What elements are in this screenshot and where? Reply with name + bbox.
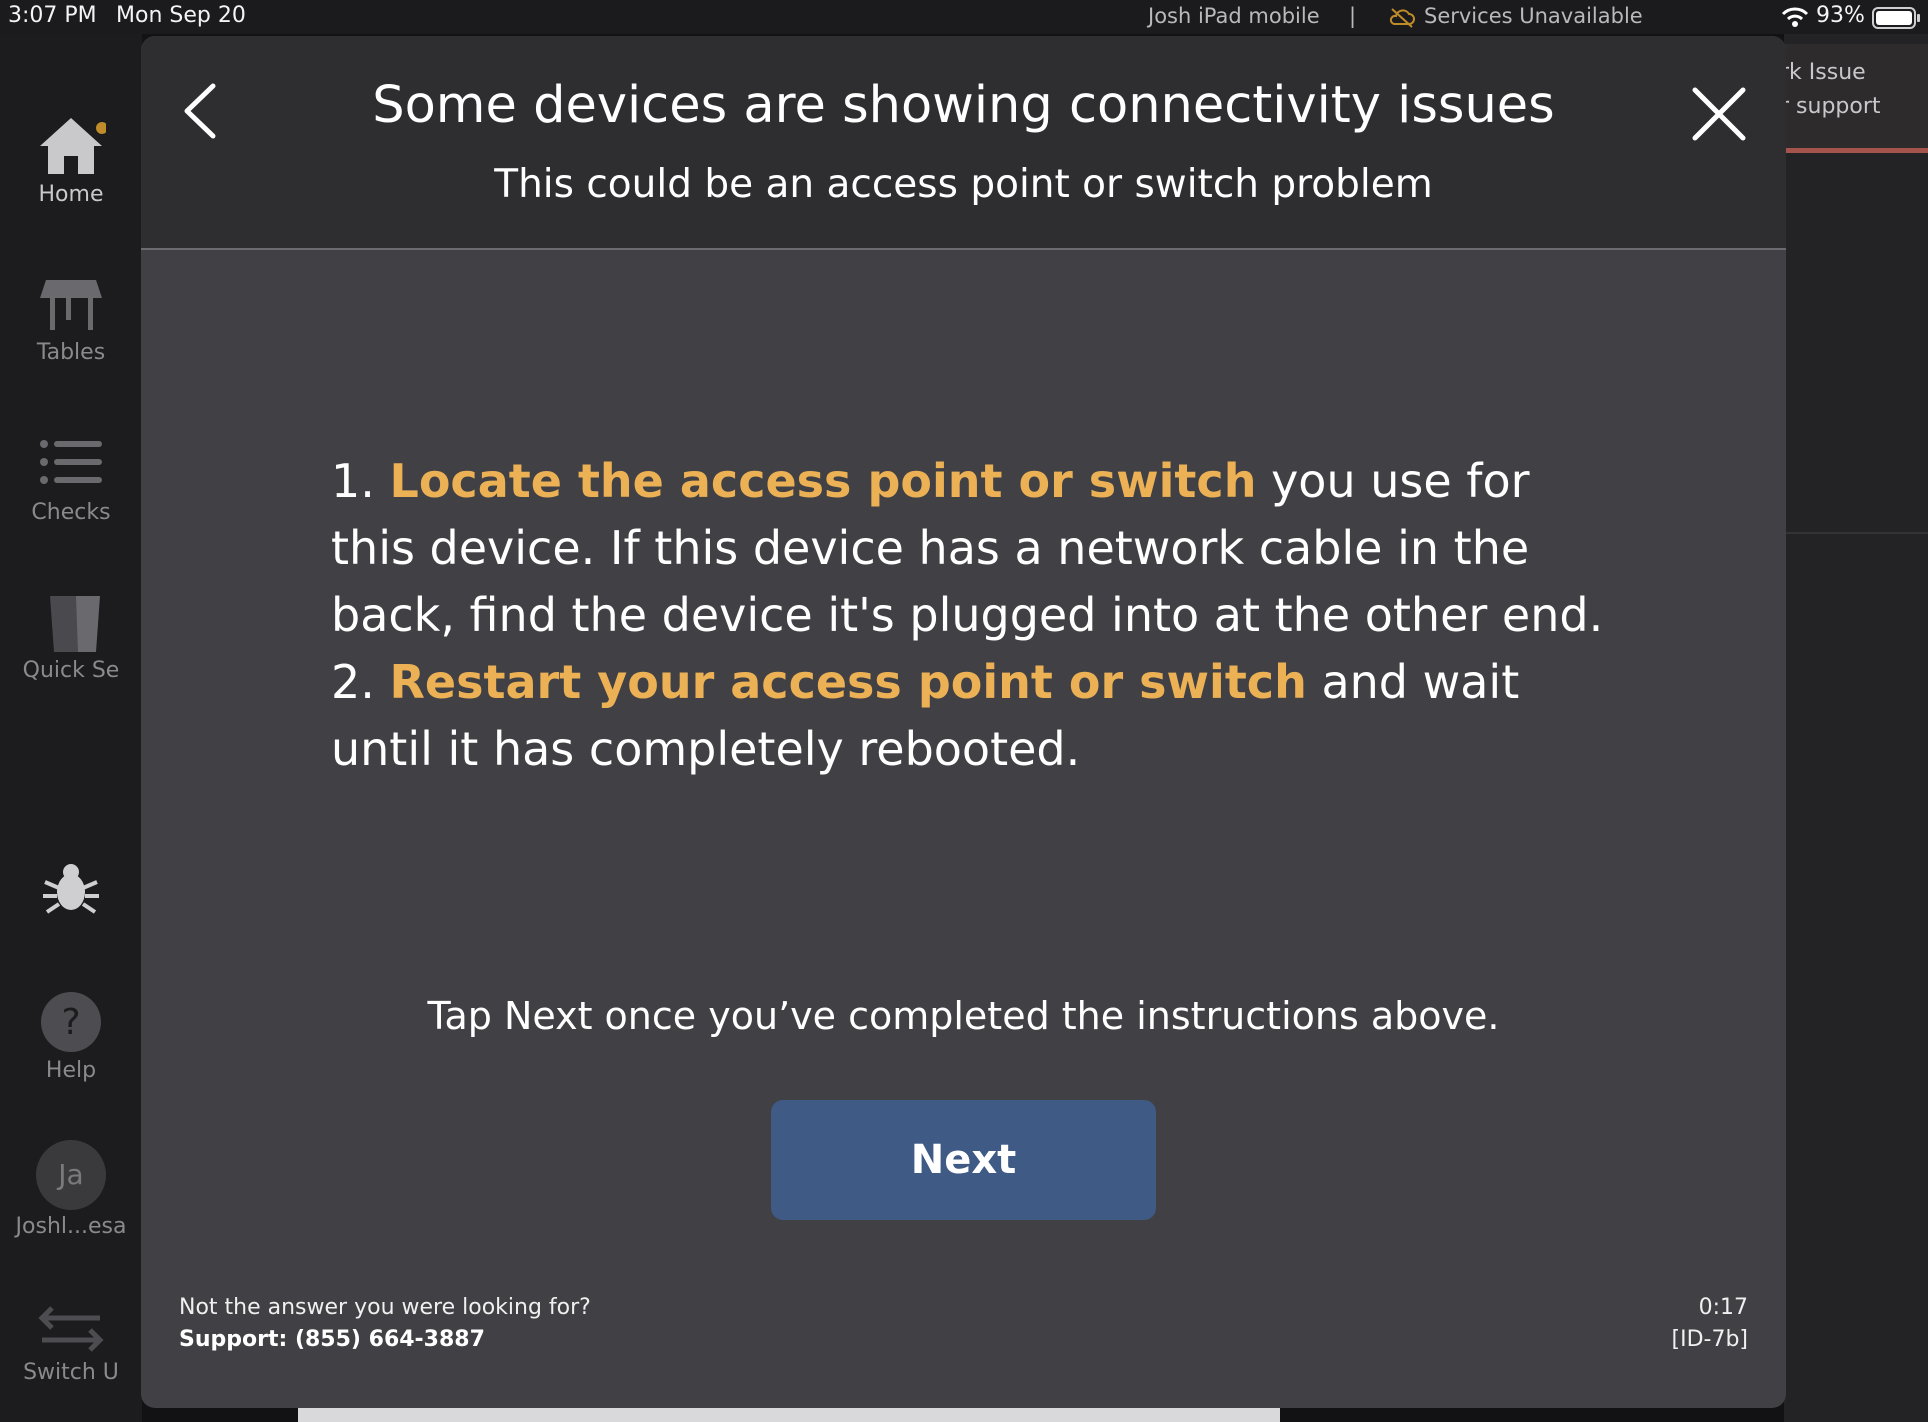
- instruction-step-1: 1. Locate the access point or switch you…: [331, 448, 1621, 649]
- sidebar-item-label: Home: [38, 182, 104, 207]
- sidebar-item-tables[interactable]: Tables: [0, 272, 142, 365]
- sidebar-item-label: Checks: [31, 500, 111, 525]
- screen: 3:07 PM Mon Sep 20 Josh iPad mobile | Se…: [0, 0, 1928, 1422]
- screen-id: [ID-7b]: [1671, 1327, 1749, 1352]
- timer-footer: 0:17 [ID-7b]: [1672, 1292, 1749, 1356]
- device-name: Josh iPad mobile: [1148, 4, 1320, 28]
- sidebar-item-checks[interactable]: Checks: [0, 432, 142, 525]
- sidebar-item-switch-user[interactable]: Switch U: [0, 1300, 142, 1385]
- battery-percent: 93%: [1816, 3, 1865, 28]
- sidebar-item-home[interactable]: Home: [0, 114, 142, 207]
- tap-next-instructions: Tap Next once you’ve completed the instr…: [427, 994, 1500, 1038]
- sidebar-item-label: Joshl...esa: [15, 1214, 127, 1239]
- sidebar-item-label: Switch U: [23, 1360, 119, 1385]
- instructions: 1. Locate the access point or switch you…: [331, 448, 1621, 783]
- sidebar-item-label: Help: [45, 1058, 97, 1083]
- close-icon: [1692, 87, 1746, 141]
- banner-line-2: r support: [1780, 94, 1881, 119]
- status-date: Mon Sep 20: [116, 3, 246, 28]
- battery-icon: [1872, 7, 1920, 29]
- bug-icon: [43, 864, 99, 914]
- back-button[interactable]: [171, 76, 231, 146]
- close-button[interactable]: [1681, 76, 1757, 152]
- step-highlight: Locate the access point or switch: [389, 454, 1257, 508]
- chevron-left-icon: [184, 83, 216, 139]
- home-icon: [40, 118, 106, 174]
- cloud-off-icon: [1389, 8, 1415, 28]
- connectivity-modal: Some devices are showing connectivity is…: [141, 36, 1786, 1408]
- table-icon: [40, 280, 102, 330]
- sidebar: Home Tables Checks Quick Se ? Help Ja Jo…: [0, 34, 142, 1422]
- network-issue-banner[interactable]: rk Issue r support: [1770, 44, 1928, 153]
- quick-service-icon: [50, 596, 100, 652]
- divider: [1784, 532, 1928, 534]
- banner-line-1: rk Issue: [1780, 60, 1866, 85]
- sidebar-item-label: Tables: [36, 340, 106, 365]
- support-footer: Not the answer you were looking for? Sup…: [179, 1292, 591, 1356]
- next-button[interactable]: Next: [771, 1100, 1156, 1220]
- switch-user-icon: [38, 1306, 104, 1352]
- step-number: 1.: [331, 454, 375, 508]
- sidebar-item-label: Quick Se: [22, 658, 120, 683]
- avatar: Ja: [36, 1140, 106, 1210]
- status-separator: |: [1349, 4, 1357, 28]
- modal-subtitle: This could be an access point or switch …: [494, 162, 1433, 207]
- svg-text:?: ?: [61, 1002, 80, 1043]
- wifi-icon: [1781, 7, 1809, 27]
- services-status: Services Unavailable: [1424, 4, 1643, 28]
- status-bar: 3:07 PM Mon Sep 20 Josh iPad mobile | Se…: [0, 0, 1928, 34]
- step-number: 2.: [331, 655, 375, 709]
- sidebar-item-user[interactable]: Ja Joshl...esa: [0, 1140, 142, 1239]
- modal-header: Some devices are showing connectivity is…: [141, 36, 1786, 250]
- sidebar-item-quick-service[interactable]: Quick Se: [0, 590, 142, 683]
- instruction-step-2: 2. Restart your access point or switch a…: [331, 649, 1621, 783]
- step-highlight: Restart your access point or switch: [389, 655, 1307, 709]
- sidebar-item-help[interactable]: ? Help: [0, 990, 142, 1083]
- elapsed-timer: 0:17: [1698, 1295, 1748, 1320]
- list-icon: [40, 440, 102, 484]
- sidebar-item-debug[interactable]: [0, 860, 142, 920]
- modal-title: Some devices are showing connectivity is…: [372, 76, 1555, 135]
- support-phone[interactable]: Support: (855) 664-3887: [179, 1324, 591, 1356]
- help-icon: ?: [41, 992, 101, 1052]
- support-question: Not the answer you were looking for?: [179, 1295, 591, 1320]
- background-panel: [1784, 34, 1928, 1422]
- status-time: 3:07 PM: [8, 3, 97, 28]
